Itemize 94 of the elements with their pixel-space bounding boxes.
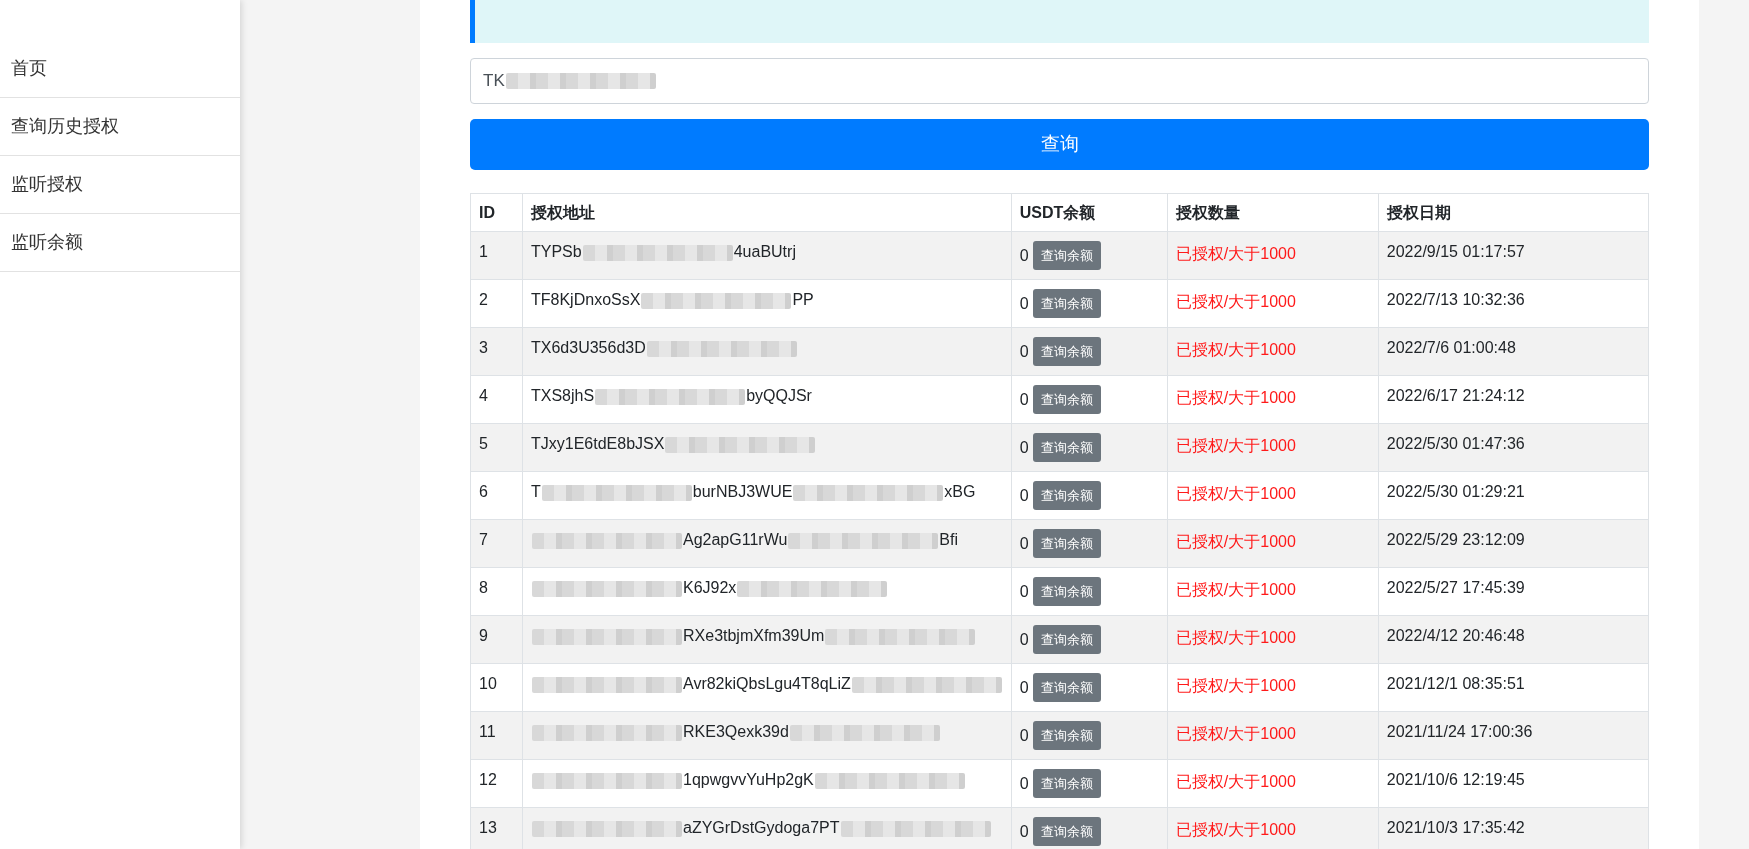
- balance-query-button[interactable]: 查询余额: [1032, 528, 1101, 559]
- balance-value: 0: [1019, 726, 1029, 744]
- balance-value: 0: [1019, 486, 1029, 504]
- query-button[interactable]: 查询: [470, 119, 1649, 170]
- table-cell: 2022/5/29 23:12:09: [1378, 519, 1649, 568]
- table-cell: 已授权/大于1000: [1167, 519, 1379, 568]
- balance-query-button[interactable]: 查询余额: [1032, 480, 1101, 511]
- address-text: T: [531, 483, 541, 500]
- balance-query-button[interactable]: 查询余额: [1032, 288, 1101, 319]
- sidebar-item[interactable]: 监听余额: [0, 214, 240, 272]
- table-cell: 2022/5/30 01:47:36: [1378, 423, 1649, 472]
- table-cell: 8: [470, 567, 523, 616]
- address-text: TK: [483, 70, 505, 93]
- address-text: 1qpwgvvYuHp2gK: [683, 771, 814, 788]
- table-cell: 已授权/大于1000: [1167, 471, 1379, 520]
- address-text: K6J92x: [683, 579, 737, 596]
- sidebar-item[interactable]: 查询历史授权: [0, 98, 240, 156]
- table-cell: 2: [470, 279, 523, 328]
- address-text: TYPSb: [531, 243, 582, 260]
- table-cell: 已授权/大于1000: [1167, 231, 1379, 280]
- address-text: Ag2apG11rWu: [683, 531, 788, 548]
- address-text: 4uaBUtrj: [733, 243, 796, 260]
- balance-query-button[interactable]: 查询余额: [1032, 672, 1101, 703]
- address-text: burNBJ3WUE: [692, 483, 793, 500]
- balance-query-button[interactable]: 查询余额: [1032, 336, 1101, 367]
- address-text: TF8KjDnxoSsX: [531, 291, 641, 308]
- column-header: 授权数量: [1167, 193, 1379, 232]
- address-text: xBG: [944, 483, 976, 500]
- address-text: TJxy1E6tdE8bJSX: [531, 435, 665, 452]
- table-cell: 6: [470, 471, 523, 520]
- balance-value: 0: [1019, 582, 1029, 600]
- balance-query-button[interactable]: 查询余额: [1032, 720, 1101, 751]
- address-text: PP: [792, 291, 814, 308]
- balance-query-button[interactable]: 查询余额: [1032, 624, 1101, 655]
- table-cell: 2022/5/27 17:45:39: [1378, 567, 1649, 616]
- balance-query-button[interactable]: 查询余额: [1032, 384, 1101, 415]
- column-header: ID: [470, 193, 523, 232]
- sidebar-item[interactable]: 监听授权: [0, 156, 240, 214]
- balance-query-button[interactable]: 查询余额: [1032, 240, 1101, 271]
- table-cell: 2022/6/17 21:24:12: [1378, 375, 1649, 424]
- table-cell: 13: [470, 807, 523, 849]
- address-text: TXS8jhS: [531, 387, 595, 404]
- balance-value: 0: [1019, 678, 1029, 696]
- table-cell: 11: [470, 711, 523, 760]
- table-cell: 10: [470, 663, 523, 712]
- address-text: byQQJSr: [746, 387, 812, 404]
- table-cell: 2022/7/6 01:00:48: [1378, 327, 1649, 376]
- table-cell: 5: [470, 423, 523, 472]
- table-cell: 12: [470, 759, 523, 808]
- balance-value: 0: [1019, 390, 1029, 408]
- table-cell: 2022/9/15 01:17:57: [1378, 231, 1649, 280]
- table-cell: 1: [470, 231, 523, 280]
- balance-query-button[interactable]: 查询余额: [1032, 768, 1101, 799]
- address-text: aZYGrDstGydoga7PT: [683, 819, 840, 836]
- table-cell: 3: [470, 327, 523, 376]
- balance-query-button[interactable]: 查询余额: [1032, 576, 1101, 607]
- table-cell: 已授权/大于1000: [1167, 327, 1379, 376]
- table-cell: 已授权/大于1000: [1167, 759, 1379, 808]
- address-text: RKE3Qexk39d: [683, 723, 789, 740]
- balance-value: 0: [1019, 774, 1029, 792]
- balance-value: 0: [1019, 630, 1029, 648]
- balance-query-button[interactable]: 查询余额: [1032, 816, 1101, 847]
- column-header: 授权地址: [522, 193, 1012, 232]
- table-cell: 已授权/大于1000: [1167, 663, 1379, 712]
- column-header: 授权日期: [1378, 193, 1649, 232]
- table-cell: 2022/4/12 20:46:48: [1378, 615, 1649, 664]
- table-cell: 2021/11/24 17:00:36: [1378, 711, 1649, 760]
- table-cell: 4: [470, 375, 523, 424]
- address-text: Avr82kiQbsLgu4T8qLiZ: [683, 675, 851, 692]
- balance-value: 0: [1019, 822, 1029, 840]
- balance-value: 0: [1019, 342, 1029, 360]
- table-cell: 已授权/大于1000: [1167, 423, 1379, 472]
- address-field[interactable]: TK: [470, 58, 1649, 104]
- balance-value: 0: [1019, 438, 1029, 456]
- address-text: TX6d3U356d3D: [531, 339, 646, 356]
- table-cell: 已授权/大于1000: [1167, 567, 1379, 616]
- balance-value: 0: [1019, 534, 1029, 552]
- balance-value: 0: [1019, 246, 1029, 264]
- table-cell: 2021/10/6 12:19:45: [1378, 759, 1649, 808]
- table-cell: 9: [470, 615, 523, 664]
- address-text: RXe3tbjmXfm39Um: [683, 627, 825, 644]
- sidebar-item[interactable]: 首页: [0, 40, 240, 98]
- table-cell: 2022/7/13 10:32:36: [1378, 279, 1649, 328]
- balance-query-button[interactable]: 查询余额: [1032, 432, 1101, 463]
- balance-value: 0: [1019, 294, 1029, 312]
- address-text: Bfi: [939, 531, 959, 548]
- table-cell: 已授权/大于1000: [1167, 279, 1379, 328]
- table-cell: 7: [470, 519, 523, 568]
- table-cell: 已授权/大于1000: [1167, 375, 1379, 424]
- table-cell: 已授权/大于1000: [1167, 615, 1379, 664]
- table-cell: 2022/5/30 01:29:21: [1378, 471, 1649, 520]
- table-cell: 已授权/大于1000: [1167, 711, 1379, 760]
- table-cell: 2021/12/1 08:35:51: [1378, 663, 1649, 712]
- column-header: USDT余额: [1011, 193, 1168, 232]
